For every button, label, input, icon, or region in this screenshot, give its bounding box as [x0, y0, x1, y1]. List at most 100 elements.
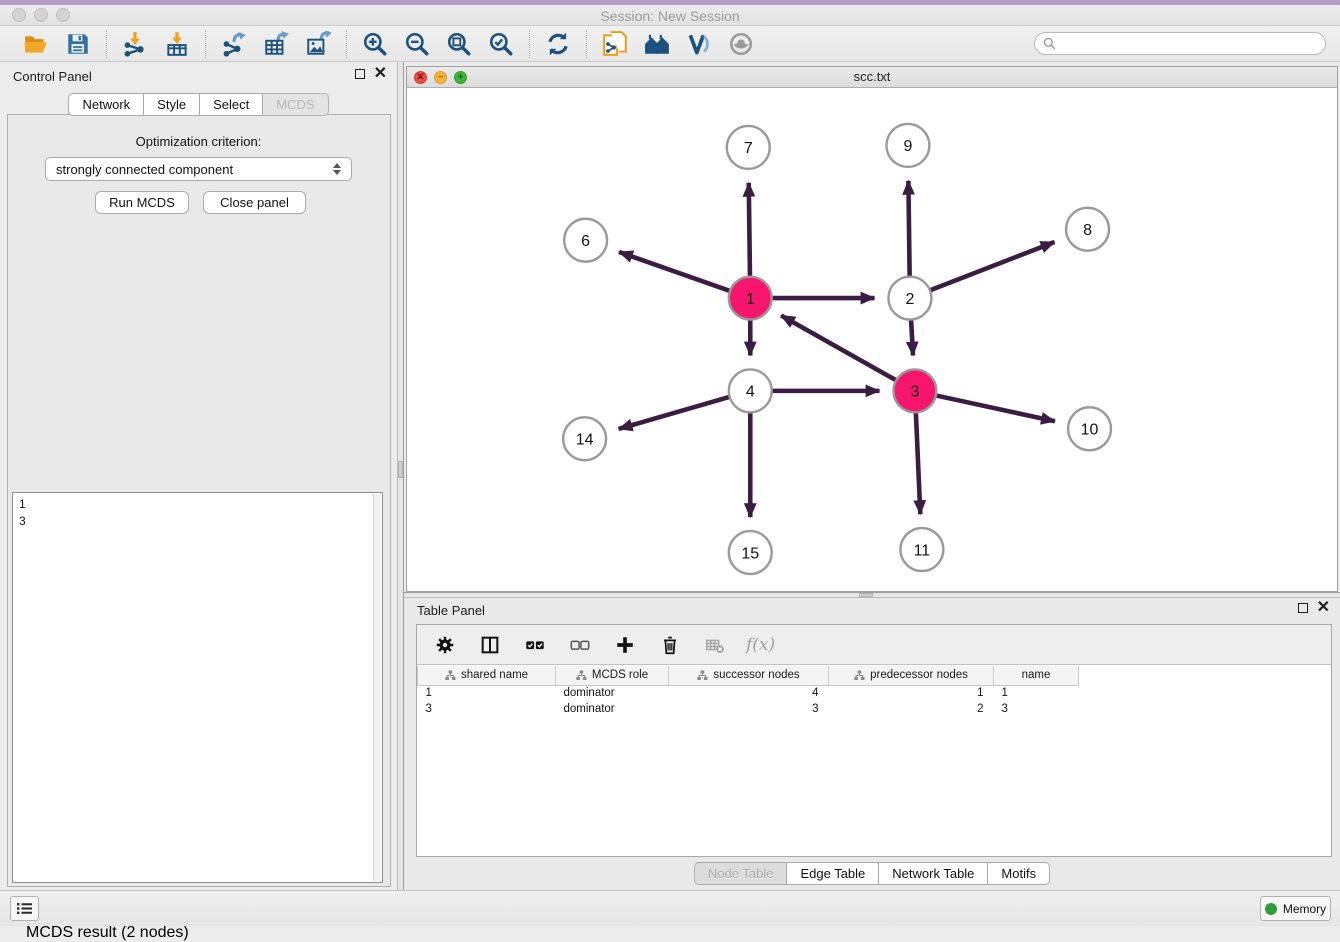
tab-network[interactable]: Network — [68, 93, 144, 116]
open-session-button[interactable] — [22, 30, 50, 58]
graph-node[interactable]: 1 — [729, 277, 772, 320]
add-column-button[interactable] — [611, 631, 639, 659]
export-image-button[interactable] — [304, 30, 332, 58]
zoom-fit-button[interactable] — [445, 30, 473, 58]
hide-panels-button[interactable] — [727, 30, 755, 58]
result-scrollbar[interactable] — [373, 494, 381, 881]
run-mcds-button[interactable]: Run MCDS — [95, 191, 189, 214]
graph-node[interactable]: 8 — [1066, 208, 1109, 251]
tab-style[interactable]: Style — [144, 93, 200, 116]
search-box[interactable] — [1034, 32, 1326, 55]
namespace-icon — [697, 670, 708, 681]
network-canvas[interactable]: 1 2 3 4 6 7 8 9 10 11 14 15 — [407, 88, 1337, 591]
column-header[interactable]: shared name — [418, 666, 556, 685]
graph-edge[interactable] — [912, 242, 1055, 297]
graph-node[interactable]: 9 — [886, 124, 929, 167]
zoom-out-icon — [404, 31, 430, 57]
graph-node-label: 10 — [1081, 422, 1099, 439]
import-table-button[interactable] — [163, 30, 191, 58]
save-session-button[interactable] — [64, 30, 92, 58]
float-panel-icon[interactable] — [355, 69, 365, 79]
zoom-selected-button[interactable] — [487, 30, 515, 58]
node-table: shared name MCDS role successor nodes pr… — [417, 666, 1079, 717]
graph-node[interactable]: 15 — [729, 531, 772, 574]
tab-network-table[interactable]: Network Table — [879, 862, 988, 885]
task-history-button[interactable] — [10, 896, 39, 921]
network-export-icon — [221, 31, 247, 57]
table-row[interactable]: 3dominator323 — [418, 701, 1079, 717]
memory-button[interactable]: Memory — [1260, 896, 1331, 921]
zoom-in-button[interactable] — [361, 30, 389, 58]
column-header[interactable]: name — [994, 666, 1079, 685]
apply-layout-button[interactable] — [544, 30, 572, 58]
network-window-title: scc.txt — [407, 69, 1337, 84]
graph-edge[interactable] — [917, 391, 1055, 421]
column-header[interactable]: successor nodes — [669, 666, 829, 685]
column-header[interactable]: predecessor nodes — [829, 666, 994, 685]
graph-node-label: 6 — [581, 233, 590, 250]
close-panel-icon[interactable]: ✕ — [374, 69, 387, 79]
table-panel: Table Panel ✕ f(x) shared — [404, 598, 1340, 890]
show-columns-button[interactable] — [476, 631, 504, 659]
tab-edge-table[interactable]: Edge Table — [787, 862, 879, 885]
image-export-icon — [305, 31, 331, 57]
columns-icon — [479, 634, 501, 656]
criterion-dropdown[interactable]: strongly connected component — [45, 157, 352, 181]
splitter-handle[interactable] — [398, 461, 403, 478]
checkboxes-checked-icon — [524, 634, 546, 656]
float-panel-icon[interactable] — [1298, 603, 1308, 613]
splitter-handle[interactable] — [859, 593, 873, 597]
graph-edge[interactable] — [781, 315, 913, 389]
gear-icon — [434, 634, 456, 656]
graph-node[interactable]: 14 — [563, 417, 606, 460]
task-list-icon — [16, 901, 33, 916]
graph-node[interactable]: 10 — [1068, 407, 1111, 450]
table-row[interactable]: 1dominator411 — [418, 685, 1079, 701]
search-input[interactable] — [1061, 37, 1317, 51]
unselect-all-button[interactable] — [566, 631, 594, 659]
graph-node[interactable]: 2 — [888, 277, 931, 320]
import-network-button[interactable] — [121, 30, 149, 58]
close-panel-button[interactable]: Close panel — [203, 191, 306, 214]
ndex-button[interactable] — [685, 30, 713, 58]
graph-node[interactable]: 7 — [727, 126, 770, 169]
home-button[interactable] — [643, 30, 671, 58]
main-toolbar — [0, 26, 1340, 62]
checkboxes-unchecked-icon — [569, 634, 591, 656]
table-delete-icon — [704, 634, 726, 656]
zoom-fit-icon — [446, 31, 472, 57]
tab-select[interactable]: Select — [200, 93, 263, 116]
export-network-button[interactable] — [220, 30, 248, 58]
table-settings-button[interactable] — [431, 631, 459, 659]
application-window: Session: New Session — [0, 0, 1340, 926]
network-window-titlebar[interactable]: ✕ − + scc.txt — [407, 67, 1337, 88]
tab-motifs[interactable]: Motifs — [988, 862, 1050, 885]
mcds-result-text[interactable]: 1 3 — [19, 496, 372, 879]
folder-open-icon — [23, 31, 49, 57]
vertical-splitter[interactable] — [397, 62, 404, 890]
tab-node-table[interactable]: Node Table — [694, 862, 788, 885]
graph-node[interactable]: 6 — [564, 219, 607, 262]
network-import-icon — [122, 31, 148, 57]
clone-network-button[interactable] — [601, 30, 629, 58]
close-panel-icon[interactable]: ✕ — [1317, 603, 1330, 613]
graph-node[interactable]: 11 — [900, 528, 943, 571]
search-magnifier-icon — [1043, 37, 1056, 50]
namespace-icon — [854, 670, 865, 681]
graph-node[interactable]: 3 — [893, 369, 936, 412]
graph-node[interactable]: 4 — [729, 369, 772, 412]
graph-node-label: 2 — [905, 291, 914, 308]
control-panel-title: Control Panel — [13, 69, 92, 84]
control-panel: Control Panel ✕ NetworkStyleSelectMCDS O… — [0, 62, 397, 890]
graph-node-label: 4 — [746, 384, 755, 401]
export-table-button[interactable] — [262, 30, 290, 58]
delete-column-button[interactable] — [656, 631, 684, 659]
trash-icon — [659, 634, 681, 656]
graph-node-label: 1 — [746, 291, 755, 308]
tab-mcds[interactable]: MCDS — [263, 93, 328, 116]
graph-svg: 1 2 3 4 6 7 8 9 10 11 14 15 — [407, 88, 1337, 591]
zoom-out-button[interactable] — [403, 30, 431, 58]
column-header[interactable]: MCDS role — [556, 666, 669, 685]
function-builder-button-disabled: f(x) — [746, 635, 775, 655]
select-all-button[interactable] — [521, 631, 549, 659]
